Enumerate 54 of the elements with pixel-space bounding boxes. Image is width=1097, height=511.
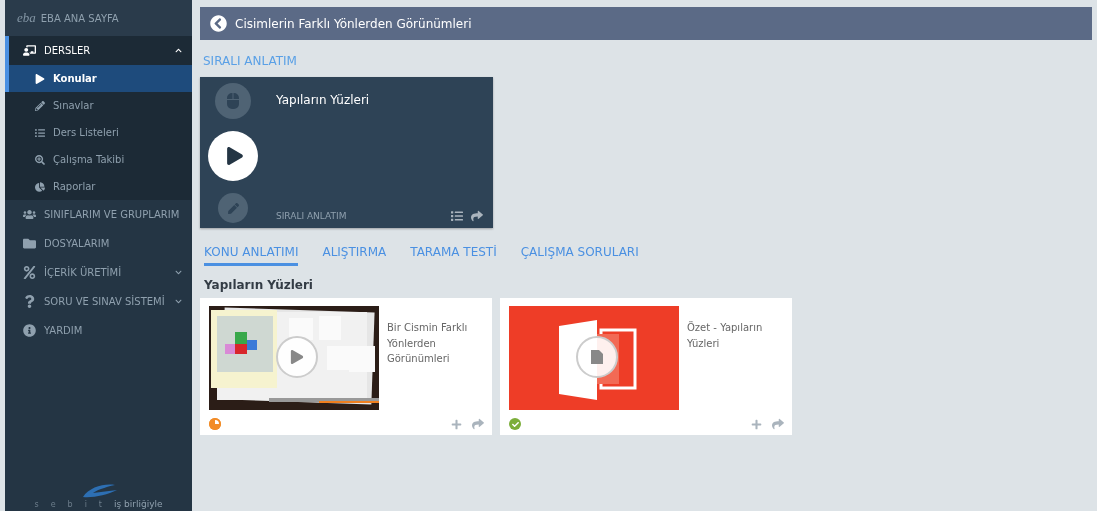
menu-item[interactable]: İÇERİK ÜRETİMİ xyxy=(5,258,192,287)
submenu-item[interactable]: Sınavlar xyxy=(5,92,192,119)
chevron-down-icon xyxy=(175,298,182,305)
card-title: Yapıların Yüzleri xyxy=(276,93,371,107)
mouse-icon xyxy=(215,83,251,119)
tab[interactable]: ÇALIŞMA SORULARI xyxy=(520,245,639,266)
percent-icon xyxy=(23,266,36,279)
folder-icon xyxy=(23,237,36,250)
info-icon xyxy=(23,324,36,337)
menu-item[interactable]: SORU VE SINAV SİSTEMİ xyxy=(5,287,192,316)
list-icon[interactable] xyxy=(451,210,463,222)
play-icon xyxy=(35,73,45,84)
pie-chart-icon xyxy=(35,181,45,192)
menu-item[interactable]: SINIFLARIM VE GRUPLARIM xyxy=(5,200,192,229)
play-icon[interactable] xyxy=(208,131,258,181)
card-caption: SIRALI ANLATIM xyxy=(276,211,348,221)
chevron-down-icon xyxy=(175,269,182,276)
search-icon xyxy=(35,154,45,165)
sebit-letter: t xyxy=(98,500,102,509)
menu-item[interactable]: YARDIM xyxy=(5,316,192,345)
content-title: Bir Cismin Farklı Yönlerden Görünümleri xyxy=(387,321,469,366)
chevron-up-icon xyxy=(175,47,182,54)
sebit-letter: e xyxy=(50,500,56,509)
share-icon[interactable] xyxy=(471,210,483,222)
home-link[interactable]: eba EBA ANA SAYFA xyxy=(5,0,192,36)
tab[interactable]: KONU ANLATIMI xyxy=(204,245,299,266)
page-title: Cisimlerin Farklı Yönlerden Görünümleri xyxy=(235,16,472,31)
tab[interactable]: TARAMA TESTİ xyxy=(410,245,497,266)
share-icon[interactable] xyxy=(772,418,784,430)
section-title: Yapıların Yüzleri xyxy=(204,278,314,292)
menu-item[interactable]: DOSYALARIM xyxy=(5,229,192,258)
back-icon[interactable] xyxy=(210,15,227,32)
tab[interactable]: ALIŞTIRMA xyxy=(322,245,387,266)
content-card[interactable]: Özet - Yapıların Yüzleri xyxy=(500,298,792,435)
submenu-item[interactable]: Raporlar xyxy=(5,173,192,200)
eba-logo: eba xyxy=(17,10,36,26)
submenu-item[interactable]: Konular xyxy=(5,65,192,92)
question-icon xyxy=(23,295,36,308)
submenu-item[interactable]: Ders Listeleri xyxy=(5,119,192,146)
add-icon[interactable] xyxy=(751,418,762,430)
teacher-icon xyxy=(23,44,36,57)
submenu-item[interactable]: Çalışma Takibi xyxy=(5,146,192,173)
pen-icon xyxy=(218,193,248,223)
menu-item[interactable]: DERSLER xyxy=(5,36,192,65)
sequence-card[interactable]: Yapıların Yüzleri SIRALI ANLATIM xyxy=(200,77,493,228)
sebit-letter: b xyxy=(67,500,73,509)
list-icon xyxy=(35,127,45,138)
users-icon xyxy=(23,208,36,221)
share-icon[interactable] xyxy=(472,418,484,430)
content-card[interactable]: Bir Cismin Farklı Yönlerden Görünümleri xyxy=(200,298,492,435)
content-title: Özet - Yapıların Yüzleri xyxy=(687,320,764,351)
partnership-text: iş birliğiyle xyxy=(114,499,163,509)
add-icon[interactable] xyxy=(451,418,462,430)
pencil-icon xyxy=(35,100,45,111)
